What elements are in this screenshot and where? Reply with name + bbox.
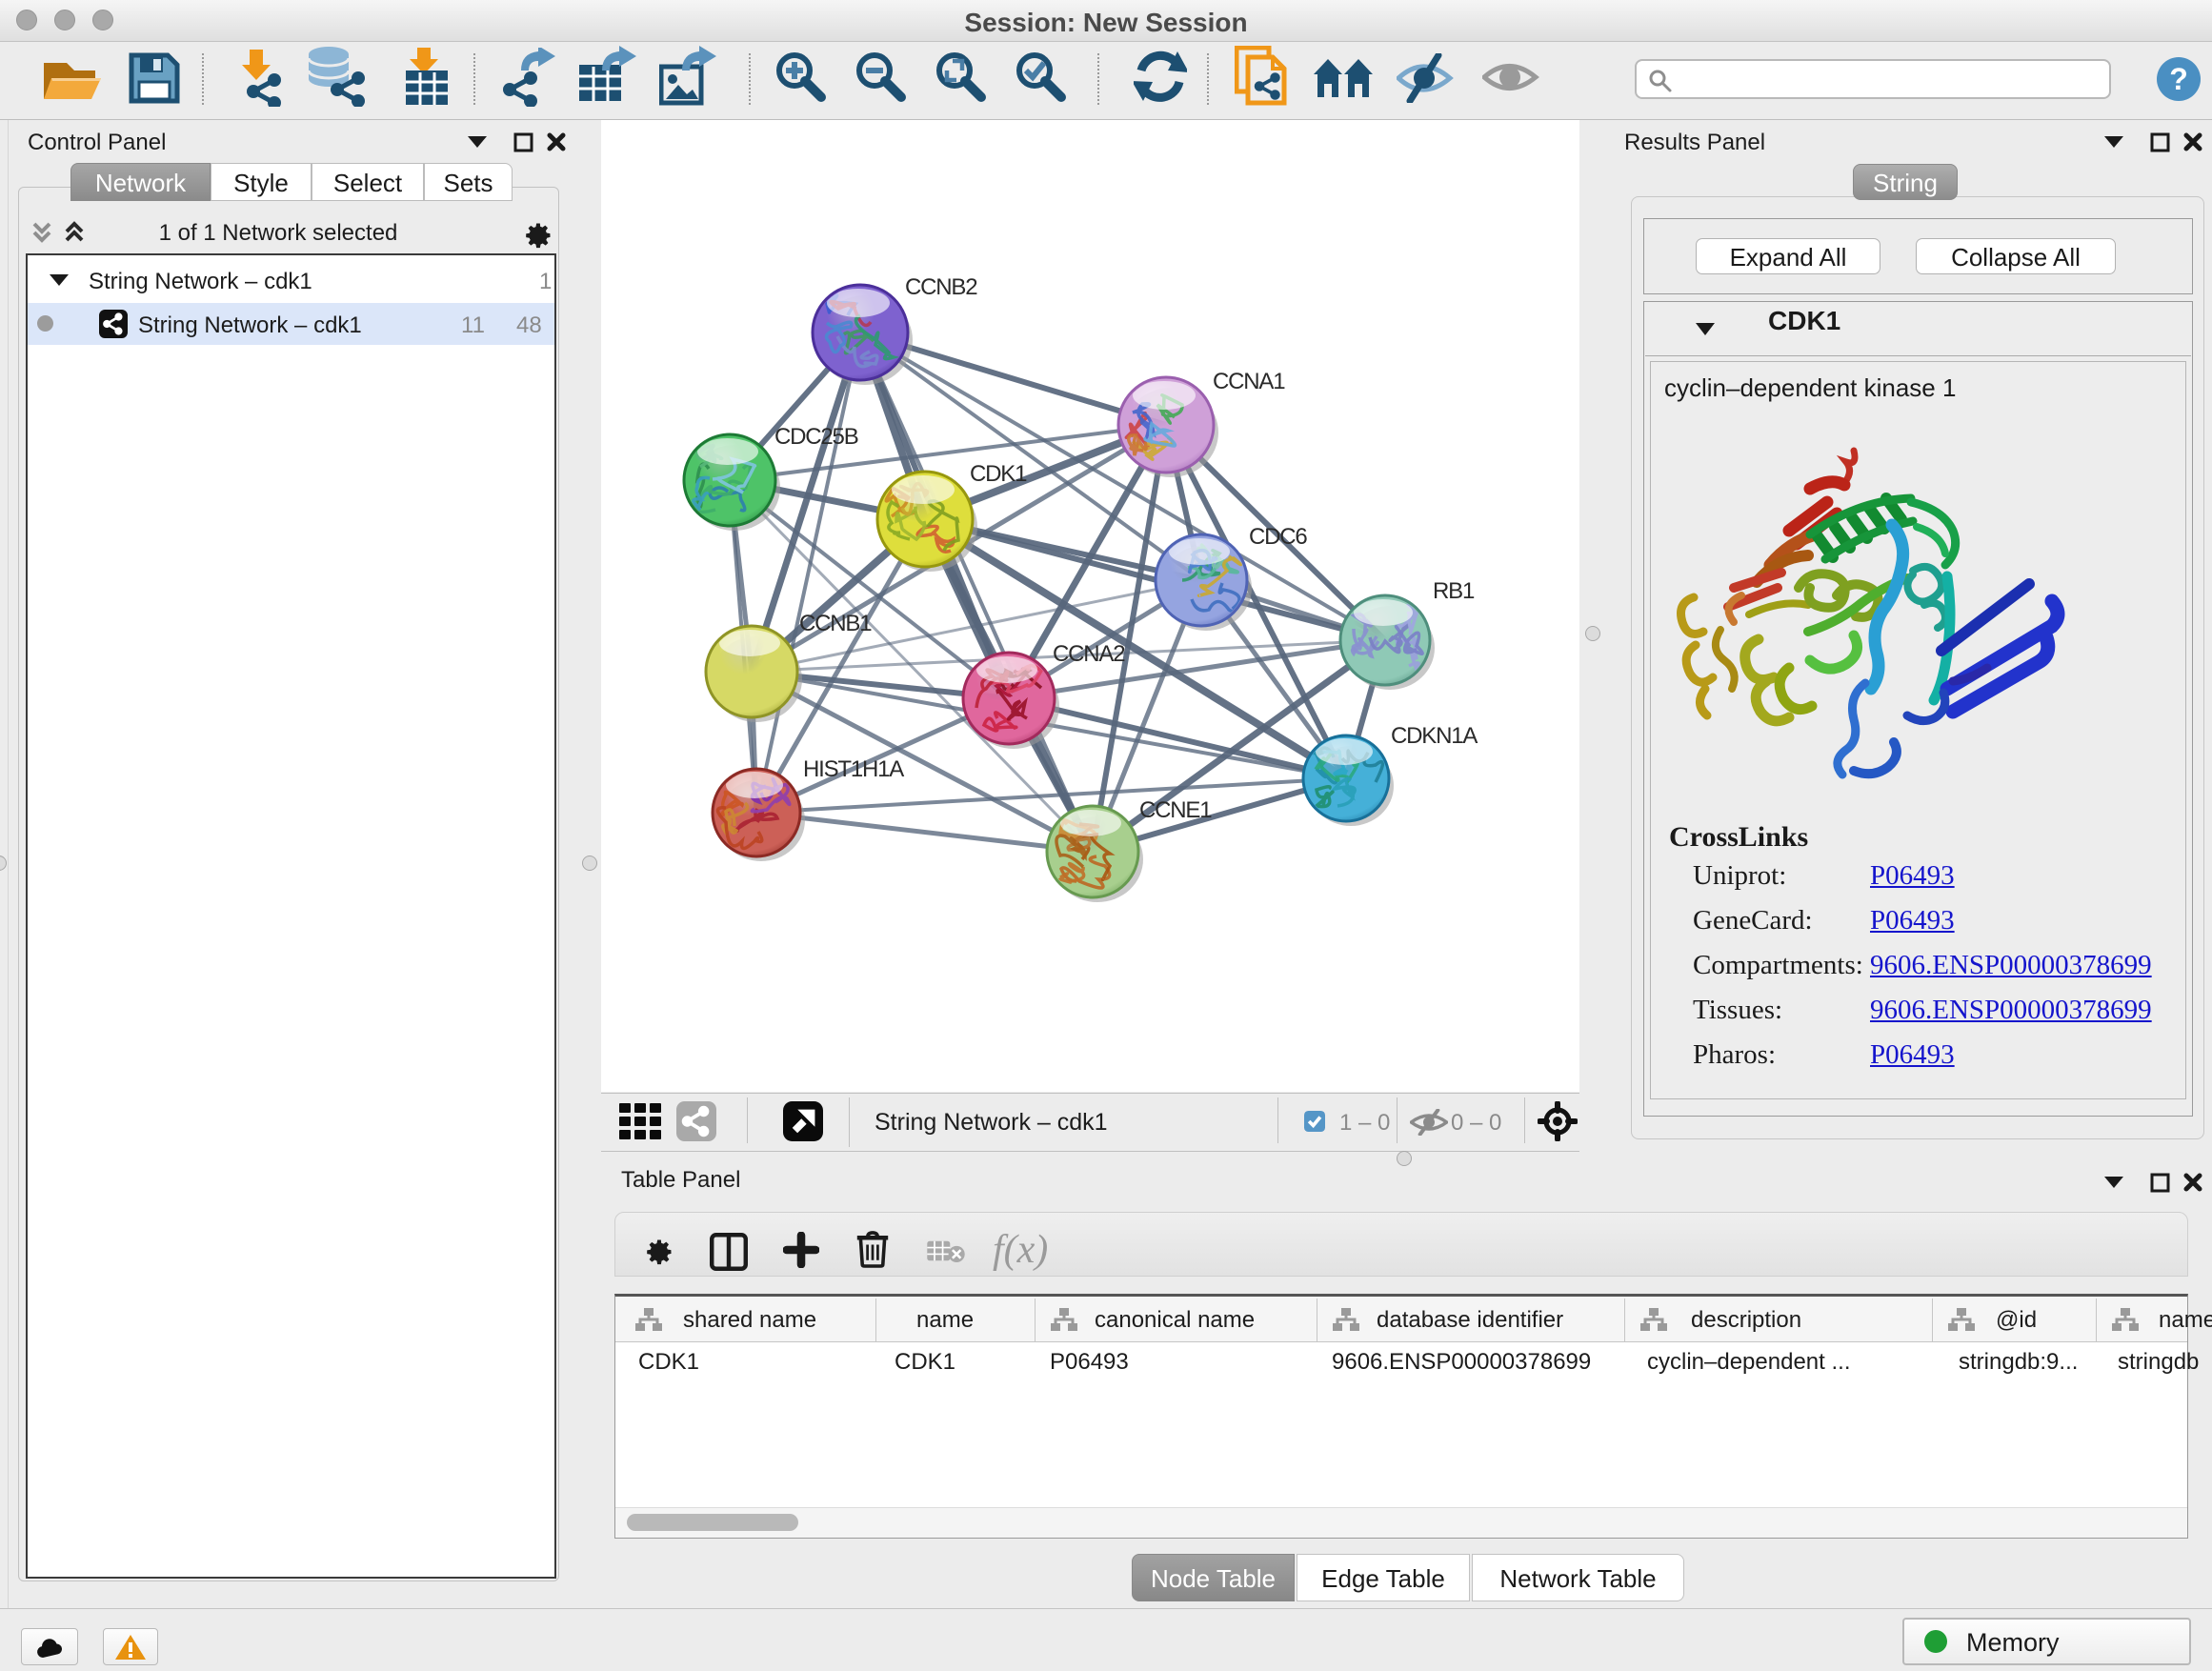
svg-text:CCNB2: CCNB2 — [905, 274, 977, 300]
svg-text:CCNA1: CCNA1 — [1213, 369, 1285, 394]
svg-text:CDC6: CDC6 — [1249, 524, 1307, 550]
svg-text:CCNB1: CCNB1 — [799, 611, 872, 636]
svg-text:CCNE1: CCNE1 — [1139, 797, 1212, 823]
svg-text:CDKN1A: CDKN1A — [1391, 723, 1478, 749]
svg-text:RB1: RB1 — [1433, 578, 1475, 604]
svg-text:CDC25B: CDC25B — [774, 424, 858, 450]
svg-text:CCNA2: CCNA2 — [1053, 641, 1125, 667]
svg-text:HIST1H1A: HIST1H1A — [803, 756, 904, 782]
svg-text:CDK1: CDK1 — [970, 461, 1027, 487]
